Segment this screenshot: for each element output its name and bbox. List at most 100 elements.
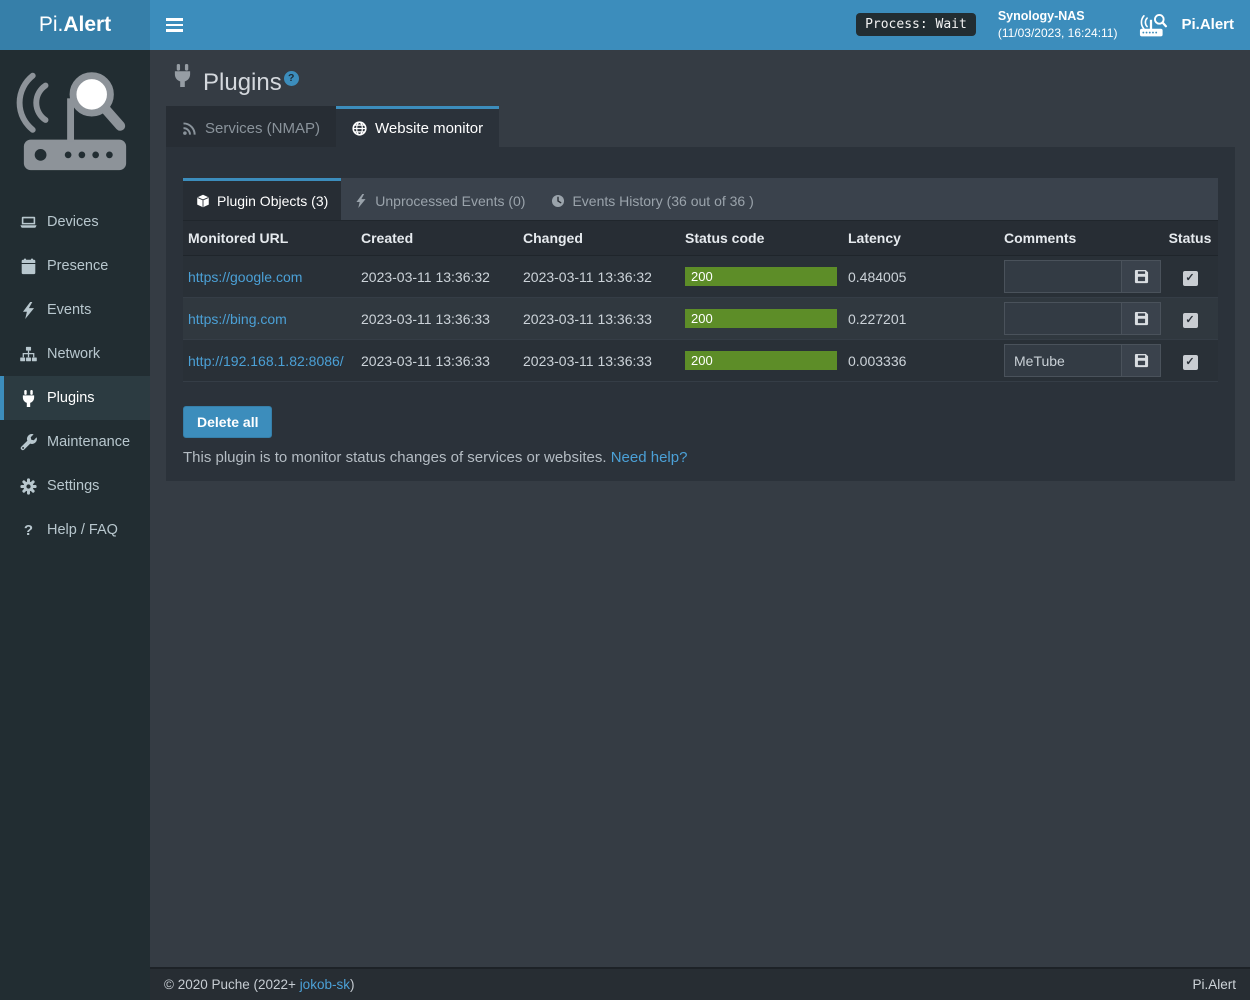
page-title: Plugins? <box>171 59 1235 99</box>
comment-group <box>1004 344 1161 377</box>
plugin-objects-table: Monitored URL Created Changed Status cod… <box>183 221 1218 382</box>
status-code-bar: 200 <box>685 267 837 286</box>
description-text: This plugin is to monitor status changes… <box>183 449 607 466</box>
tab-services-nmap[interactable]: Services (NMAP) <box>166 106 336 147</box>
floppy-icon <box>1134 269 1149 284</box>
gear-icon <box>20 478 37 495</box>
sidebar-item-label: Settings <box>47 478 99 494</box>
plugin-tabs: Services (NMAP) Website monitor <box>166 106 1235 147</box>
column-header: Created <box>356 221 518 256</box>
bolt-icon <box>20 302 37 319</box>
column-header: Status code <box>680 221 843 256</box>
monitored-url-link[interactable]: https://bing.com <box>188 311 287 327</box>
jokob-sk-link[interactable]: jokob-sk <box>300 977 350 992</box>
monitored-url-link[interactable]: http://192.168.1.82:8086/ <box>188 353 344 369</box>
plug-icon <box>20 390 37 407</box>
bolt-icon <box>354 194 368 208</box>
status-checkbox[interactable] <box>1183 313 1198 328</box>
sidebar-item-help-faq[interactable]: ? Help / FAQ <box>0 508 150 552</box>
comment-input[interactable] <box>1004 260 1121 293</box>
changed-cell: 2023-03-11 13:36:33 <box>518 340 680 382</box>
latency-cell: 0.003336 <box>843 340 999 382</box>
sidebar-item-label: Help / FAQ <box>47 522 118 538</box>
website-monitor-panel: Plugin Objects (3) Unprocessed Events (0… <box>166 147 1235 481</box>
tab-events-history[interactable]: Events History (36 out of 36 ) <box>538 178 766 220</box>
table-row: http://192.168.1.82:8086/ 2023-03-11 13:… <box>183 340 1218 382</box>
tab-label: Events History (36 out of 36 ) <box>572 193 753 209</box>
comment-group <box>1004 302 1161 335</box>
sidebar-item-maintenance[interactable]: Maintenance <box>0 420 150 464</box>
monitored-url-link[interactable]: https://google.com <box>188 269 302 285</box>
logo-bold: Alert <box>63 13 111 37</box>
save-comment-button[interactable] <box>1121 260 1161 293</box>
changed-cell: 2023-03-11 13:36:32 <box>518 256 680 298</box>
footer: © 2020 Puche (2022+ jokob-sk) Pi.Alert <box>150 967 1250 1000</box>
process-status-badge: Process: Wait <box>856 13 976 36</box>
copyright: © 2020 Puche (2022+ jokob-sk) <box>164 977 354 992</box>
table-header-row: Monitored URL Created Changed Status cod… <box>183 221 1218 256</box>
status-code-bar: 200 <box>685 351 837 370</box>
host-name: Synology-NAS <box>998 7 1118 25</box>
sidebar-menu: Devices Presence Events Network Plugins … <box>0 200 150 552</box>
sidebar-item-plugins[interactable]: Plugins <box>0 376 150 420</box>
column-header: Comments <box>999 221 1162 256</box>
comment-input[interactable] <box>1004 302 1121 335</box>
column-header: Status <box>1162 221 1218 256</box>
calendar-icon <box>20 258 37 275</box>
plug-icon <box>171 64 194 87</box>
tab-unprocessed-events[interactable]: Unprocessed Events (0) <box>341 178 538 220</box>
need-help-link[interactable]: Need help? <box>611 449 688 466</box>
pialert-app: Pi.Alert Process: Wait Synology-NAS (11/… <box>0 0 1250 1000</box>
floppy-icon <box>1134 353 1149 368</box>
comment-input[interactable] <box>1004 344 1121 377</box>
save-comment-button[interactable] <box>1121 302 1161 335</box>
sidebar-toggle-button[interactable] <box>150 5 199 44</box>
tab-label: Plugin Objects (3) <box>217 193 328 209</box>
signal-icon <box>182 121 197 136</box>
status-checkbox[interactable] <box>1183 271 1198 286</box>
tab-label: Website monitor <box>375 120 483 137</box>
tab-label: Unprocessed Events (0) <box>375 193 525 209</box>
brand-label: Pi.Alert <box>1181 16 1234 33</box>
globe-icon <box>352 121 367 136</box>
sidebar-item-settings[interactable]: Settings <box>0 464 150 508</box>
tab-website-monitor[interactable]: Website monitor <box>336 106 499 147</box>
status-checkbox[interactable] <box>1183 355 1198 370</box>
column-header: Monitored URL <box>183 221 356 256</box>
app-logo[interactable]: Pi.Alert <box>0 0 150 50</box>
sidebar-item-label: Events <box>47 302 91 318</box>
sidebar-item-events[interactable]: Events <box>0 288 150 332</box>
save-comment-button[interactable] <box>1121 344 1161 377</box>
sidebar-item-network[interactable]: Network <box>0 332 150 376</box>
status-code-bar: 200 <box>685 309 837 328</box>
logo-prefix: Pi. <box>39 13 64 37</box>
table-row: https://bing.com 2023-03-11 13:36:33 202… <box>183 298 1218 340</box>
created-cell: 2023-03-11 13:36:33 <box>356 340 518 382</box>
footer-brand: Pi.Alert <box>1192 977 1236 992</box>
help-badge[interactable]: ? <box>284 71 299 86</box>
delete-all-button[interactable]: Delete all <box>183 406 272 438</box>
copyright-suffix: ) <box>350 977 355 992</box>
floppy-icon <box>1134 311 1149 326</box>
latency-cell: 0.484005 <box>843 256 999 298</box>
brand[interactable]: Pi.Alert <box>1139 12 1238 38</box>
scan-timestamp: (11/03/2023, 16:24:11) <box>998 25 1118 42</box>
sidebar-item-presence[interactable]: Presence <box>0 244 150 288</box>
navbar: Process: Wait Synology-NAS (11/03/2023, … <box>150 0 1250 50</box>
tab-plugin-objects[interactable]: Plugin Objects (3) <box>183 178 341 220</box>
column-header: Changed <box>518 221 680 256</box>
page-title-text: Plugins <box>203 69 282 96</box>
latency-cell: 0.227201 <box>843 298 999 340</box>
sidebar-item-label: Maintenance <box>47 434 130 450</box>
plugin-description: This plugin is to monitor status changes… <box>183 449 1218 466</box>
pialert-logo-image <box>16 62 134 174</box>
sidebar-item-label: Devices <box>47 214 99 230</box>
clock-icon <box>551 194 565 208</box>
wrench-icon <box>20 434 37 451</box>
sidebar-item-devices[interactable]: Devices <box>0 200 150 244</box>
sidebar: Devices Presence Events Network Plugins … <box>0 50 150 1000</box>
navbar-right: Process: Wait Synology-NAS (11/03/2023, … <box>856 7 1250 43</box>
sidebar-item-label: Presence <box>47 258 108 274</box>
table-row: https://google.com 2023-03-11 13:36:32 2… <box>183 256 1218 298</box>
content-area: Plugins? Services (NMAP) Website monitor… <box>150 50 1250 967</box>
